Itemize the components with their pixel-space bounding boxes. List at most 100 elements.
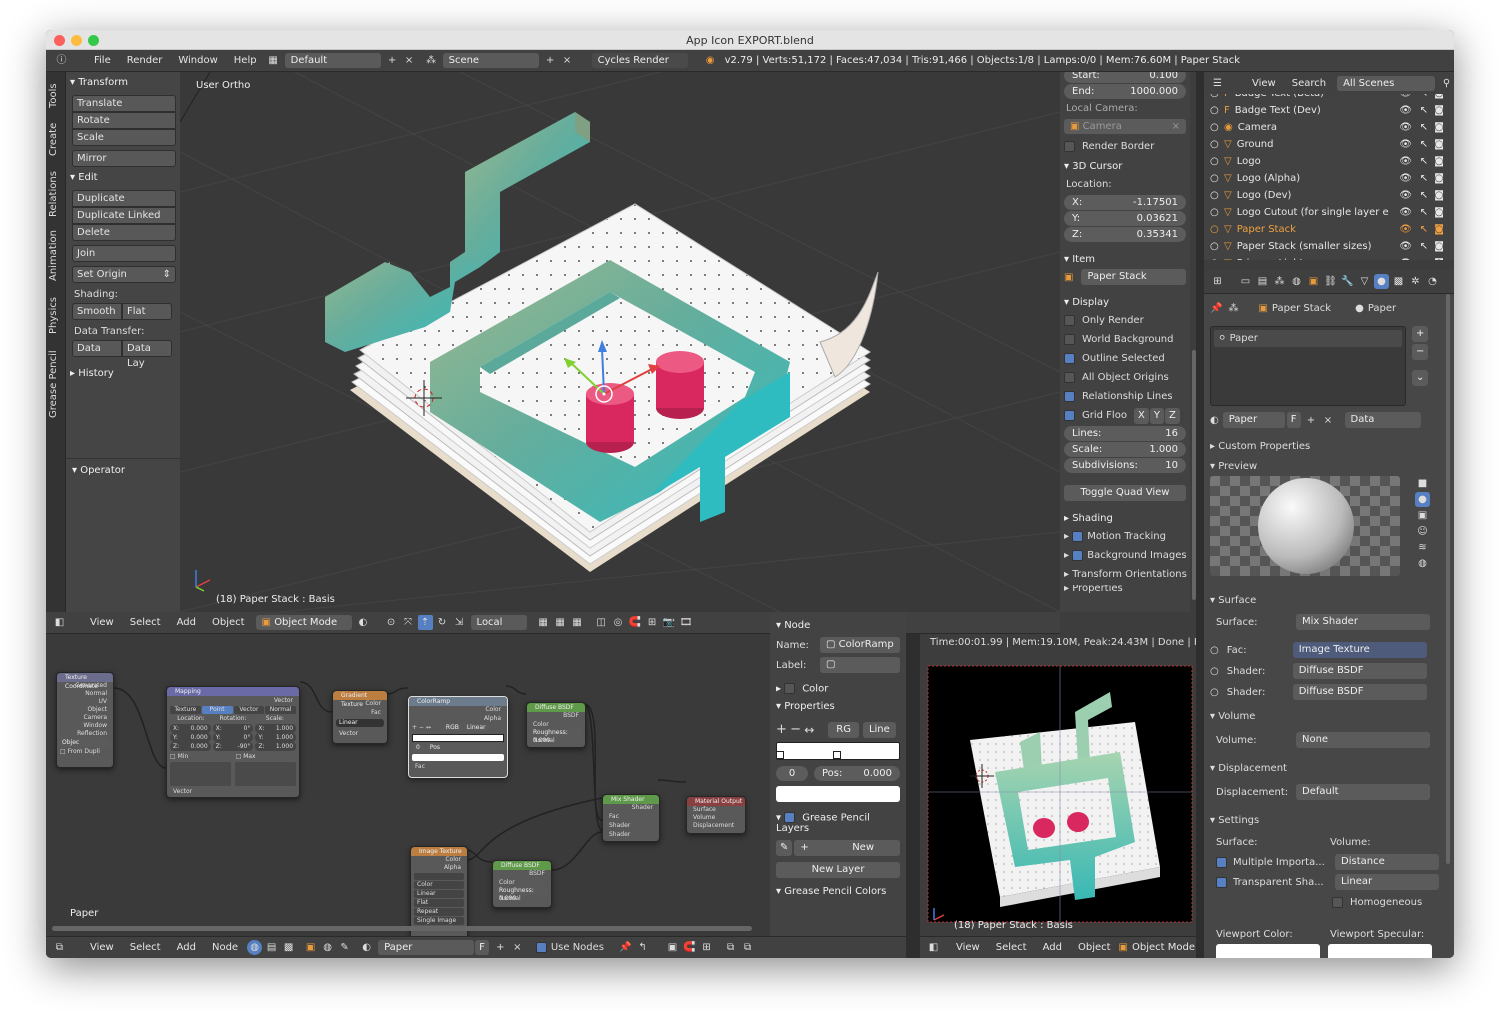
tab-create[interactable]: Create xyxy=(48,120,64,158)
properties-side-header[interactable]: ▾ Properties xyxy=(776,701,900,712)
color-toggle-check[interactable] xyxy=(784,683,796,694)
node-editor[interactable]: Texture Coordinate Generated Normal UV Obje… xyxy=(46,634,770,936)
world-shader-icon[interactable]: ◍ xyxy=(320,940,335,955)
node-menu-select[interactable]: Select xyxy=(122,942,169,953)
material-tab-icon[interactable]: ● xyxy=(1374,274,1389,289)
physics-tab-icon[interactable]: ◔ xyxy=(1425,274,1440,289)
item-panel-header[interactable]: ▾ Item xyxy=(1064,254,1186,265)
material-browse-icon-2[interactable]: ◐ xyxy=(359,940,374,955)
selectable-arrow-icon[interactable]: ↖ xyxy=(1417,238,1430,255)
edit-panel-header[interactable]: ▾ Edit xyxy=(70,171,176,185)
layout-icon[interactable]: ▦ xyxy=(266,53,281,68)
displacement-header[interactable]: ▾ Displacement xyxy=(1210,758,1448,778)
mapping-value-field[interactable]: Y: 0.000 xyxy=(170,733,211,742)
relationship-lines-checkbox[interactable]: Relationship Lines xyxy=(1064,388,1186,405)
mapping-value-field[interactable]: Y: 0° xyxy=(212,733,254,742)
menu-file[interactable]: File xyxy=(86,55,119,66)
node-image-texture[interactable]: Image Texture Color Alpha Color Linear Fla… xyxy=(410,846,468,936)
diffuse2-roughness-field[interactable]: Roughness: 0.000 xyxy=(496,887,548,902)
restrict-dot-icon[interactable]: ○ xyxy=(1210,119,1219,136)
selectable-arrow-icon[interactable]: ↖ xyxy=(1417,119,1430,136)
backdrop-icon[interactable]: ▣ xyxy=(665,940,680,955)
motion-tracking-panel-header[interactable]: ▸ Motion Tracking xyxy=(1064,528,1186,545)
surface-header[interactable]: ▾ Surface xyxy=(1210,590,1448,610)
grease-layers-check[interactable] xyxy=(784,811,796,823)
mapping-value-field[interactable]: X: 0.000 xyxy=(170,724,211,733)
all-object-origins-check[interactable] xyxy=(1064,371,1075,383)
image-option-dropdown[interactable]: Flat xyxy=(414,899,464,907)
pivot-icon[interactable]: ⊙ xyxy=(384,615,399,630)
viewport-specular-swatch[interactable] xyxy=(1328,944,1432,958)
history-panel-header[interactable]: ▸ History xyxy=(70,367,176,381)
visibility-eye-icon[interactable]: 👁 xyxy=(1397,119,1414,136)
background-images-check[interactable] xyxy=(1072,549,1084,561)
node-gradient-texture[interactable]: Gradient Texture Color Fac Linear Vector xyxy=(332,690,388,744)
ramp-flip-icon[interactable]: ↔ xyxy=(804,723,814,737)
multiple-importance-check[interactable] xyxy=(1216,856,1227,868)
modifiers-tab-icon[interactable]: 🔧 xyxy=(1340,274,1355,289)
new-layer-button[interactable]: New Layer xyxy=(776,862,900,878)
grid-scale-field[interactable]: Scale: 1.000 xyxy=(1064,442,1186,457)
manipulator-icon[interactable]: ⤧ xyxy=(401,615,416,630)
node-texture-coordinate[interactable]: Texture Coordinate Generated Normal UV Obje… xyxy=(56,672,114,768)
outliner-item[interactable]: ○ ▽ Paper Stack 👁 ↖ ◙ xyxy=(1204,221,1454,238)
transparent-shadows-check[interactable] xyxy=(1216,876,1227,888)
unlink-material-icon[interactable]: × xyxy=(1321,413,1336,428)
data-transfer-button[interactable]: Data xyxy=(72,340,122,357)
world-background-check[interactable] xyxy=(1064,333,1075,345)
local-camera-field[interactable]: ▣ Camera × xyxy=(1064,119,1186,134)
menu-render[interactable]: Render xyxy=(119,55,171,66)
volume-interpolation-dropdown[interactable]: Linear xyxy=(1335,874,1439,890)
tab-relations[interactable]: Relations xyxy=(48,168,64,220)
pin-icon[interactable]: 📌 xyxy=(1210,303,1222,314)
scene-tab-icon[interactable]: ⁂ xyxy=(1272,274,1287,289)
world-tab-icon[interactable]: ◍ xyxy=(1289,274,1304,289)
diffuse1-roughness-field[interactable]: Roughness: 0.000 xyxy=(530,729,582,744)
go-parent-icon[interactable]: ↰ xyxy=(635,940,650,955)
mapping-value-field[interactable]: Z: 0.000 xyxy=(170,742,211,751)
mapping-value-field[interactable]: Z: 1.000 xyxy=(255,742,297,751)
preview-world-icon[interactable]: ◍ xyxy=(1415,556,1430,571)
selectable-arrow-icon[interactable]: ↖ xyxy=(1417,255,1430,260)
grid-subdivisions-field[interactable]: Subdivisions: 10 xyxy=(1064,458,1186,473)
scene-icon[interactable]: ⁂ xyxy=(424,53,439,68)
mapping-value-field[interactable]: X: 1.000 xyxy=(255,724,297,733)
rotate-manipulator-icon[interactable]: ↻ xyxy=(435,615,450,630)
ramp-pos-field[interactable]: Pos: 0.000 xyxy=(814,765,900,781)
render-camera-icon[interactable]: ◙ xyxy=(1432,102,1446,119)
smooth-button[interactable]: Smooth xyxy=(72,303,122,320)
dupli-check-icon[interactable]: □ xyxy=(60,748,66,755)
layers-icon[interactable]: ▦ xyxy=(536,615,551,630)
all-object-origins-checkbox[interactable]: All Object Origins xyxy=(1064,369,1186,386)
rotate-button[interactable]: Rotate xyxy=(72,112,176,129)
selectable-arrow-icon[interactable]: ↖ xyxy=(1417,187,1430,204)
outliner-search-menu[interactable]: Search xyxy=(1284,78,1334,89)
render-layers-tab-icon[interactable]: ▤ xyxy=(1255,274,1270,289)
shader2-dropdown[interactable]: Diffuse BSDF xyxy=(1292,684,1427,700)
render-camera-icon[interactable]: ◙ xyxy=(1432,187,1446,204)
colorramp-interp-dropdown[interactable]: Linear xyxy=(463,724,489,732)
3d-cursor-panel-header[interactable]: ▾ 3D Cursor xyxy=(1064,161,1186,172)
relationship-lines-check[interactable] xyxy=(1064,390,1075,402)
ramp-gradient-bar[interactable] xyxy=(776,741,900,760)
material-slot-list[interactable]: ⚪ Paper xyxy=(1210,326,1406,406)
duplicate-linked-button[interactable]: Duplicate Linked xyxy=(72,207,176,224)
transform-orientation-dropdown[interactable]: Local xyxy=(470,615,527,630)
color-panel-header[interactable]: ▸ Color xyxy=(776,683,900,695)
toggle-quad-view-button[interactable]: Toggle Quad View xyxy=(1064,485,1186,501)
mapping-type-tab[interactable]: Normal xyxy=(265,706,296,714)
mapping-type-tab[interactable]: Texture xyxy=(170,706,201,714)
pencil-icon[interactable]: ✎ xyxy=(776,840,793,856)
grease-pencil-layers-header[interactable]: ▾ Grease Pencil Layers xyxy=(776,811,900,834)
settings-header[interactable]: ▾ Settings xyxy=(1210,810,1448,830)
layout-field[interactable]: Default xyxy=(284,53,381,68)
gradient-type-dropdown[interactable]: Linear xyxy=(336,719,384,727)
selectable-arrow-icon[interactable]: ↖ xyxy=(1417,153,1430,170)
interaction-mode-dropdown[interactable]: ▣ Object Mode xyxy=(255,615,352,630)
node-label-field[interactable]: ▢ xyxy=(820,657,900,673)
transform-panel-header[interactable]: ▾ Transform xyxy=(70,76,176,90)
clear-camera-icon[interactable]: × xyxy=(1172,119,1180,134)
ramp-stop-left[interactable] xyxy=(776,750,784,759)
translate-manipulator-icon[interactable]: ⇡ xyxy=(417,615,433,630)
selectable-arrow-icon[interactable]: ↖ xyxy=(1417,102,1430,119)
